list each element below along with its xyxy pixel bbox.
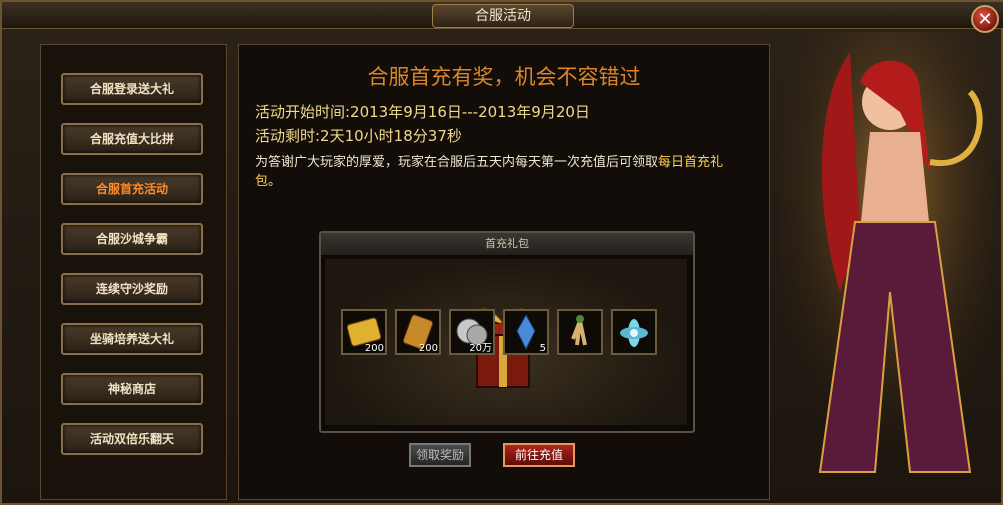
- page-title: 合服首充有奖，机会不容错过: [367, 65, 641, 89]
- description-text: 为答谢广大玩家的厚爱，玩家在合服后五天内每天第一次充值后可领取: [255, 155, 659, 170]
- gift-slot[interactable]: [611, 309, 657, 355]
- go-recharge-button[interactable]: 前往充值: [503, 443, 575, 467]
- gift-slot[interactable]: [557, 309, 603, 355]
- event-menu: 合服登录送大礼 合服充值大比拼 合服首充活动 合服沙城争霸 连续守沙奖励 坐骑培…: [40, 44, 227, 500]
- window-title: 合服活动: [432, 4, 574, 28]
- event-description: 为答谢广大玩家的厚爱，玩家在合服后五天内每天第一次充值后可领取每日首充礼包。: [255, 153, 745, 191]
- event-content: 合服首充有奖，机会不容错过 活动开始时间:2013年9月16日---2013年9…: [238, 44, 770, 500]
- gift-display: 200 200 20万 5: [325, 259, 687, 425]
- title-bar: 合服活动: [2, 2, 1003, 29]
- lotus-flower-icon: [620, 319, 648, 347]
- menu-item-recharge-contest[interactable]: 合服充值大比拼: [61, 123, 203, 155]
- gift-panel-title: 首充礼包: [321, 233, 693, 255]
- event-remaining-time: 活动剩时:2天10小时18分37秒: [255, 127, 462, 145]
- menu-item-siege-battle[interactable]: 合服沙城争霸: [61, 223, 203, 255]
- gift-slot[interactable]: 5: [503, 309, 549, 355]
- menu-item-defense-reward[interactable]: 连续守沙奖励: [61, 273, 203, 305]
- close-button[interactable]: ✕: [971, 5, 999, 33]
- ginseng-root-icon: [571, 315, 587, 346]
- event-window: 合服活动 ✕ 合服登录送大礼 合服充值大比拼 合服首充活动 合服沙城争霸 连续守…: [0, 0, 1003, 505]
- menu-item-double-event[interactable]: 活动双倍乐翻天: [61, 423, 203, 455]
- menu-item-first-recharge[interactable]: 合服首充活动: [61, 173, 203, 205]
- item-quantity: 5: [539, 343, 546, 354]
- description-suffix: 。: [268, 174, 282, 189]
- gift-slot[interactable]: 200: [395, 309, 441, 355]
- event-start-time: 活动开始时间:2013年9月16日---2013年9月20日: [255, 103, 590, 121]
- close-icon: ✕: [977, 9, 993, 30]
- item-quantity: 200: [364, 343, 384, 354]
- menu-item-mount-training[interactable]: 坐骑培养送大礼: [61, 323, 203, 355]
- item-quantity: 20万: [469, 343, 492, 354]
- gift-slot[interactable]: 20万: [449, 309, 495, 355]
- character-portrait: [780, 32, 1002, 504]
- menu-item-mystery-shop[interactable]: 神秘商店: [61, 373, 203, 405]
- gift-panel: 首充礼包 200 200 20万 5: [319, 231, 695, 433]
- item-quantity: 200: [418, 343, 438, 354]
- gift-slot[interactable]: 200: [341, 309, 387, 355]
- menu-item-login-gift[interactable]: 合服登录送大礼: [61, 73, 203, 105]
- claim-reward-button[interactable]: 领取奖励: [409, 443, 471, 467]
